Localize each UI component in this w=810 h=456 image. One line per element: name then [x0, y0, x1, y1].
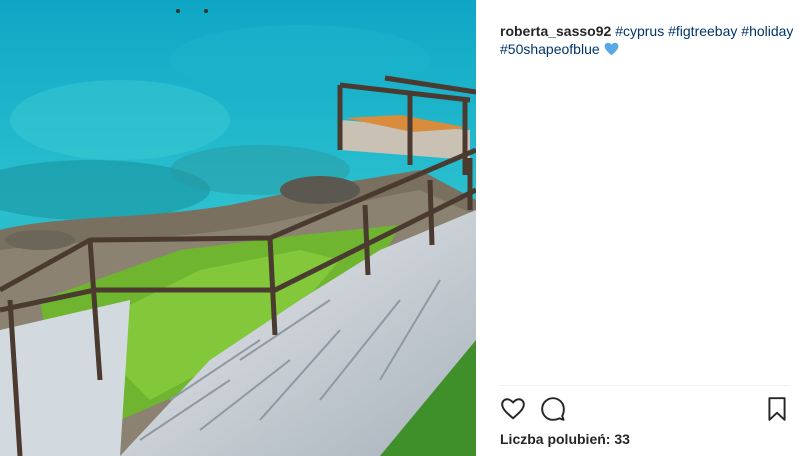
blue-heart-icon — [604, 42, 619, 60]
section-divider — [500, 385, 790, 386]
save-button[interactable] — [764, 396, 790, 422]
hashtag-50shapeofblue[interactable]: #50shapeofblue — [500, 41, 600, 57]
like-button[interactable] — [500, 396, 526, 422]
hashtag-holiday[interactable]: #holiday — [741, 23, 793, 39]
heart-outline-icon — [501, 398, 525, 420]
comment-button[interactable] — [540, 396, 566, 422]
sea-stairs-image — [0, 0, 476, 456]
comment-bubble-icon — [541, 397, 565, 421]
hashtag-cyprus[interactable]: #cyprus — [615, 23, 664, 39]
bookmark-icon — [768, 397, 786, 421]
likes-label: Liczba polubień: — [500, 431, 611, 447]
post-caption: roberta_sasso92 #cyprus #figtreebay #hol… — [500, 22, 796, 60]
post-photo — [0, 0, 476, 456]
post-sidebar: roberta_sasso92 #cyprus #figtreebay #hol… — [476, 0, 810, 456]
likes-count[interactable]: Liczba polubień: 33 — [500, 431, 630, 447]
post-actions — [500, 396, 790, 422]
username-link[interactable]: roberta_sasso92 — [500, 23, 611, 39]
hashtag-figtreebay[interactable]: #figtreebay — [668, 23, 737, 39]
likes-number: 33 — [614, 431, 630, 447]
